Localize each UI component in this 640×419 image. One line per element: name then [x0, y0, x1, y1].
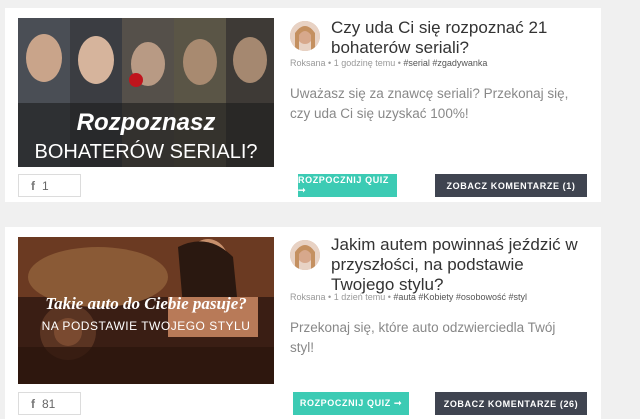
facebook-icon: f: [31, 396, 35, 411]
author-avatar[interactable]: [290, 240, 320, 270]
quiz-meta: Roksana • 1 dzień temu • #auta #Kobiety …: [290, 292, 527, 302]
author-name[interactable]: Roksana: [290, 58, 326, 68]
view-comments-button[interactable]: ZOBACZ KOMENTARZE (1): [435, 174, 587, 197]
like-count: 81: [42, 396, 56, 411]
thumbnail-caption-line2: NA PODSTAWIE TWOJEGO STYLU: [42, 319, 251, 333]
like-count: 1: [42, 178, 49, 193]
post-time: 1 dzień temu: [333, 292, 386, 302]
quiz-card: Rozpoznasz BOHATERÓW SERIALI? f 1 Czy ud…: [5, 8, 601, 202]
quiz-description: Uważasz się za znawcę seriali? Przekonaj…: [290, 86, 569, 121]
start-quiz-button[interactable]: ROZPOCZNIJ QUIZ ➞: [298, 174, 397, 197]
quiz-description: Przekonaj się, które auto odzwierciedla …: [290, 320, 556, 355]
quiz-meta: Roksana • 1 godzinę temu • #serial #zgad…: [290, 58, 488, 68]
facebook-like-counter[interactable]: f 1: [18, 174, 81, 197]
facebook-like-counter[interactable]: f 81: [18, 392, 81, 415]
quiz-tags[interactable]: #auta #Kobiety #osobowość #styl: [393, 292, 527, 302]
author-name[interactable]: Roksana: [290, 292, 326, 302]
thumbnail-image: Takie auto do Ciebie pasuje? NA PODSTAWI…: [18, 237, 274, 384]
thumbnail-caption-line1: Rozpoznasz: [77, 109, 216, 136]
facebook-icon: f: [31, 178, 35, 193]
quiz-title[interactable]: Czy uda Ci się rozpoznać 21 bohaterów se…: [331, 18, 587, 58]
view-comments-button[interactable]: ZOBACZ KOMENTARZE (26): [435, 392, 587, 415]
start-quiz-button[interactable]: ROZPOCZNIJ QUIZ ➞: [293, 392, 409, 415]
quiz-thumbnail[interactable]: Rozpoznasz BOHATERÓW SERIALI?: [18, 18, 274, 167]
quiz-card: Takie auto do Ciebie pasuje? NA PODSTAWI…: [5, 227, 601, 419]
thumbnail-caption-line1: Takie auto do Ciebie pasuje?: [45, 294, 247, 313]
author-avatar[interactable]: [290, 21, 320, 51]
quiz-thumbnail[interactable]: Takie auto do Ciebie pasuje? NA PODSTAWI…: [18, 237, 274, 384]
thumbnail-image: Rozpoznasz BOHATERÓW SERIALI?: [18, 18, 274, 167]
thumbnail-caption-line2: BOHATERÓW SERIALI?: [34, 140, 257, 163]
quiz-title[interactable]: Jakim autem powinnaś jeździć w przyszłoś…: [331, 235, 587, 295]
quiz-tags[interactable]: #serial #zgadywanka: [403, 58, 487, 68]
post-time: 1 godzinę temu: [333, 58, 396, 68]
